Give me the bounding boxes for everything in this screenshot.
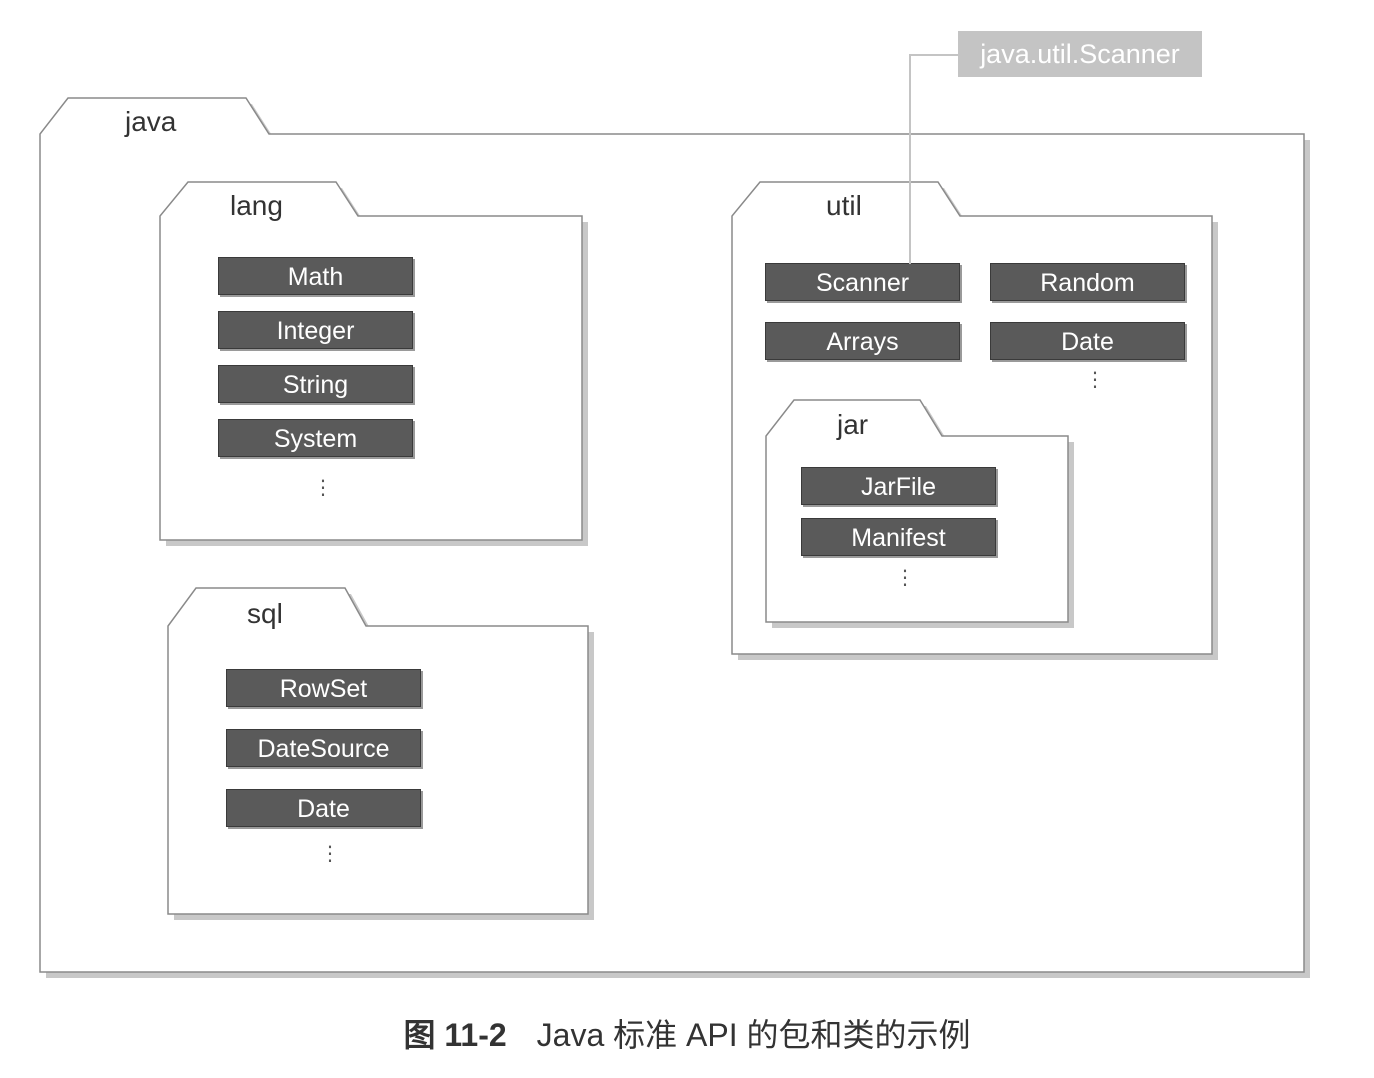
figure-caption-text: Java 标准 API 的包和类的示例 [536,1017,971,1053]
callout-leader-line [909,54,958,264]
figure-number: 图 11-2 [403,1017,507,1053]
callout-fully-qualified-name: java.util.Scanner [958,31,1202,77]
figure-caption: 图 11-2 Java 标准 API 的包和类的示例 [0,1010,1374,1056]
